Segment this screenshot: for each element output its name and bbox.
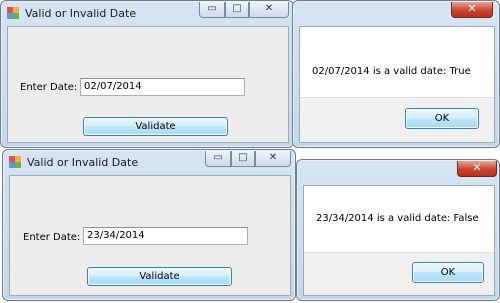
message-box-1: ✕ 02/07/2014 is a valid date: True OK: [292, 0, 500, 148]
message-box-2: ✕ 23/34/2014 is a valid date: False OK: [296, 159, 500, 301]
message-box-1-titlebar[interactable]: ✕: [293, 1, 499, 25]
close-icon: ✕: [268, 152, 278, 163]
minimize-icon: ▭: [207, 3, 217, 14]
maximize-button[interactable]: □: [231, 151, 255, 167]
message-text: 02/07/2014 is a valid date: True: [312, 66, 471, 77]
minimize-icon: ▭: [213, 152, 223, 163]
minimize-button[interactable]: ▭: [205, 151, 231, 167]
close-icon: ✕: [467, 2, 477, 15]
close-button[interactable]: ✕: [255, 151, 291, 167]
close-button[interactable]: ✕: [249, 2, 289, 18]
message-footer: OK: [304, 252, 494, 295]
window-title: Valid or Invalid Date: [25, 7, 137, 20]
app-icon: [9, 156, 21, 168]
validate-button[interactable]: Validate: [83, 117, 228, 136]
enter-date-label: Enter Date:: [20, 82, 78, 93]
message-close-button[interactable]: ✕: [451, 2, 493, 18]
date-input[interactable]: 02/07/2014: [80, 78, 245, 96]
maximize-button[interactable]: □: [225, 2, 249, 18]
message-close-button[interactable]: ✕: [457, 161, 497, 177]
ok-button[interactable]: OK: [412, 262, 484, 283]
form-window-2: Valid or Invalid Date ▭ □ ✕ Enter Date: …: [2, 149, 296, 301]
window-title: Valid or Invalid Date: [27, 156, 139, 169]
form-window-1-titlebar[interactable]: Valid or Invalid Date ▭ □ ✕: [1, 1, 293, 25]
validate-button[interactable]: Validate: [87, 267, 232, 286]
date-input[interactable]: 23/34/2014: [83, 227, 248, 245]
app-icon: [7, 7, 19, 19]
message-box-2-titlebar[interactable]: ✕: [297, 160, 499, 184]
ok-button[interactable]: OK: [405, 108, 479, 129]
form-window-2-titlebar[interactable]: Valid or Invalid Date ▭ □ ✕: [3, 150, 295, 174]
enter-date-label: Enter Date:: [23, 232, 81, 243]
close-icon: ✕: [264, 3, 274, 14]
close-icon: ✕: [472, 161, 482, 174]
form-window-1-client: Enter Date: 02/07/2014 Validate: [7, 26, 289, 143]
message-box-1-client: 02/07/2014 is a valid date: True OK: [299, 26, 495, 143]
message-text: 23/34/2014 is a valid date: False: [316, 213, 479, 224]
message-footer: OK: [300, 97, 494, 142]
form-window-2-client: Enter Date: 23/34/2014 Validate: [9, 175, 291, 296]
maximize-icon: □: [232, 3, 242, 14]
minimize-button[interactable]: ▭: [199, 2, 225, 18]
message-box-2-client: 23/34/2014 is a valid date: False OK: [303, 185, 495, 296]
form-window-1: Valid or Invalid Date ▭ □ ✕ Enter Date: …: [0, 0, 294, 148]
maximize-icon: □: [238, 152, 248, 163]
